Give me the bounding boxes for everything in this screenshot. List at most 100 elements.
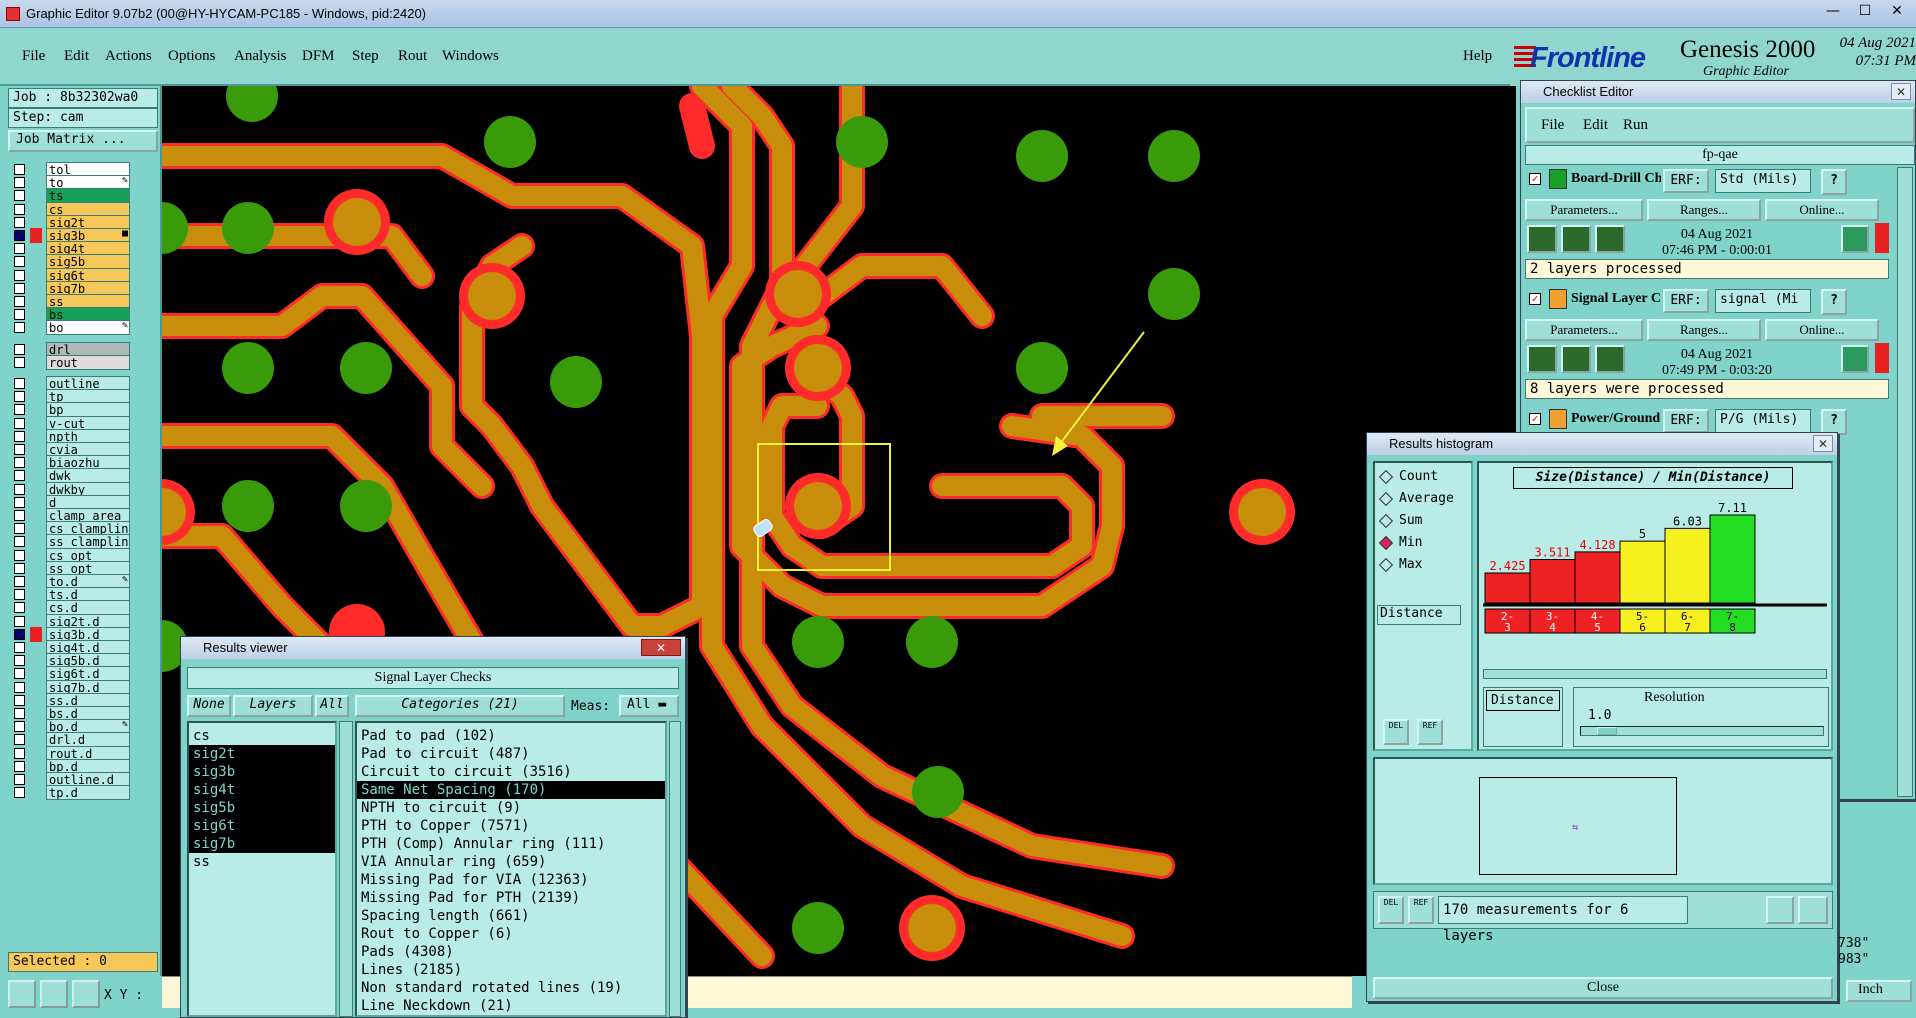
locate-icon[interactable] [1798, 896, 1828, 924]
radio-icon[interactable] [1378, 491, 1394, 507]
layer-checkbox[interactable] [14, 309, 25, 321]
del-button[interactable]: DEL [1383, 719, 1409, 745]
layer-checkbox[interactable] [14, 734, 25, 746]
results-close-icon[interactable]: ✕ [641, 639, 681, 656]
layer-checkbox[interactable] [14, 628, 25, 640]
checklist-menu-file[interactable]: File [1541, 117, 1564, 134]
layer-checkbox[interactable] [14, 216, 25, 228]
erf-field[interactable]: Std (Mils) [1715, 169, 1811, 193]
radio-icon[interactable] [1378, 513, 1394, 529]
histogram-close-button[interactable]: Close [1373, 977, 1833, 999]
radio-icon[interactable] [1378, 557, 1394, 573]
export-icon[interactable] [1766, 896, 1794, 924]
online-button[interactable]: Online... [1765, 199, 1879, 221]
erf-button[interactable]: ERF: [1663, 169, 1709, 193]
run-area-icon[interactable] [1561, 345, 1591, 373]
resolution-slider[interactable] [1580, 726, 1824, 736]
menu-help[interactable]: Help [1463, 48, 1492, 65]
layer-row[interactable]: rout [10, 354, 130, 370]
menu-step[interactable]: Step [352, 48, 379, 65]
layer-checkbox[interactable] [14, 747, 25, 759]
layer-affected-marker[interactable] [30, 320, 42, 335]
menu-edit[interactable]: Edit [64, 48, 89, 65]
layer-checkbox[interactable] [14, 549, 25, 561]
layers-none-button[interactable]: None [187, 695, 231, 717]
results-category-item[interactable]: PTH (Comp) Annular ring (111) [357, 835, 665, 853]
layers-all-button[interactable]: All [315, 695, 349, 717]
layer-checkbox[interactable] [14, 483, 25, 495]
results-category-item[interactable]: Pads (4308) [357, 943, 665, 961]
category-list-scrollbar[interactable] [669, 721, 681, 1017]
results-category-item[interactable]: Rout to Copper (6) [357, 925, 665, 943]
layer-checkbox[interactable] [14, 282, 25, 294]
radio-icon[interactable] [1378, 469, 1394, 485]
results-layer-item[interactable]: cs [189, 727, 335, 745]
results-category-item[interactable]: Circuit to circuit (3516) [357, 763, 665, 781]
layer-checkbox[interactable] [14, 668, 25, 680]
aggregate-option[interactable]: Max [1378, 557, 1469, 577]
results-category-item[interactable]: Non standard rotated lines (19) [357, 979, 665, 997]
layer-name[interactable]: rout [46, 354, 130, 370]
layer-checkbox[interactable] [14, 177, 25, 189]
run-icon[interactable] [1527, 225, 1557, 253]
checklist-scrollbar[interactable] [1897, 167, 1913, 797]
erf-button[interactable]: ERF: [1663, 289, 1709, 313]
layer-checkbox[interactable] [14, 164, 25, 175]
layer-checkbox[interactable] [14, 243, 25, 255]
results-layer-item[interactable]: sig6t [189, 817, 335, 835]
results-category-item[interactable]: Missing Pad for VIA (12363) [357, 871, 665, 889]
run-step-icon[interactable] [1595, 225, 1625, 253]
checklist-menu-run[interactable]: Run [1623, 117, 1648, 134]
results-category-item[interactable]: Lines (2185) [357, 961, 665, 979]
menu-windows[interactable]: Windows [442, 48, 499, 65]
results-category-item[interactable]: VIA Annular ring (659) [357, 853, 665, 871]
check-name[interactable]: Board-Drill Che [1571, 171, 1661, 187]
layer-checkbox[interactable] [14, 356, 25, 368]
layer-checkbox[interactable] [14, 203, 25, 215]
layer-checkbox[interactable] [14, 523, 25, 535]
online-button[interactable]: Online... [1765, 319, 1879, 341]
meas-dropdown[interactable]: All ▬ [619, 695, 679, 717]
zoom-results-icon[interactable] [1841, 225, 1869, 253]
results-layer-item[interactable]: sig4t [189, 781, 335, 799]
layer-checkbox[interactable] [14, 615, 25, 627]
results-layer-item[interactable]: sig2t [189, 745, 335, 763]
check-help-button[interactable]: ? [1821, 289, 1847, 315]
layer-checkbox[interactable] [14, 470, 25, 482]
radio-selected-icon[interactable] [1378, 535, 1394, 551]
ref-button[interactable]: REF [1417, 719, 1443, 745]
layer-checkbox[interactable] [14, 708, 25, 719]
check-name[interactable]: Signal Layer Ch [1571, 291, 1661, 307]
layer-checkbox[interactable] [14, 510, 25, 521]
distance-item[interactable]: Distance [1486, 690, 1560, 711]
close-button[interactable]: ✕ [1882, 2, 1912, 20]
layer-checkbox[interactable] [14, 642, 25, 653]
results-layer-item[interactable]: sig7b [189, 835, 335, 853]
layer-checkbox[interactable] [14, 536, 25, 548]
checklist-close-icon[interactable]: ✕ [1891, 83, 1911, 100]
layer-checkbox[interactable] [14, 760, 25, 772]
units-button[interactable]: Inch [1846, 980, 1912, 1002]
results-layer-item[interactable]: ss [189, 853, 335, 871]
erf-button[interactable]: ERF: [1663, 409, 1709, 433]
layer-checkbox[interactable] [14, 589, 25, 601]
status-del-button[interactable]: DEL [1378, 896, 1404, 924]
histogram-bar[interactable] [1529, 559, 1576, 604]
run-icon[interactable] [1527, 345, 1557, 373]
check-help-button[interactable]: ? [1821, 169, 1847, 195]
aggregate-option[interactable]: Sum [1378, 513, 1469, 533]
ranges-button[interactable]: Ranges... [1647, 199, 1761, 221]
parameters-button[interactable]: Parameters... [1525, 199, 1643, 221]
grid-icon[interactable] [72, 980, 100, 1008]
layer-checkbox[interactable] [14, 694, 25, 706]
results-category-item[interactable]: Pad to pad (102) [357, 727, 665, 745]
results-category-item[interactable]: PTH to Copper (7571) [357, 817, 665, 835]
results-category-item[interactable]: Line Neckdown (21) [357, 997, 665, 1015]
layer-name[interactable]: tp.d [46, 785, 130, 801]
layer-checkbox[interactable] [14, 774, 25, 785]
layer-checkbox[interactable] [14, 655, 25, 667]
layer-checkbox[interactable] [14, 576, 25, 587]
layers-button[interactable]: Layers [233, 695, 313, 717]
maximize-button[interactable]: ☐ [1850, 2, 1880, 20]
check-enable-icon[interactable]: ✓ [1529, 173, 1541, 185]
